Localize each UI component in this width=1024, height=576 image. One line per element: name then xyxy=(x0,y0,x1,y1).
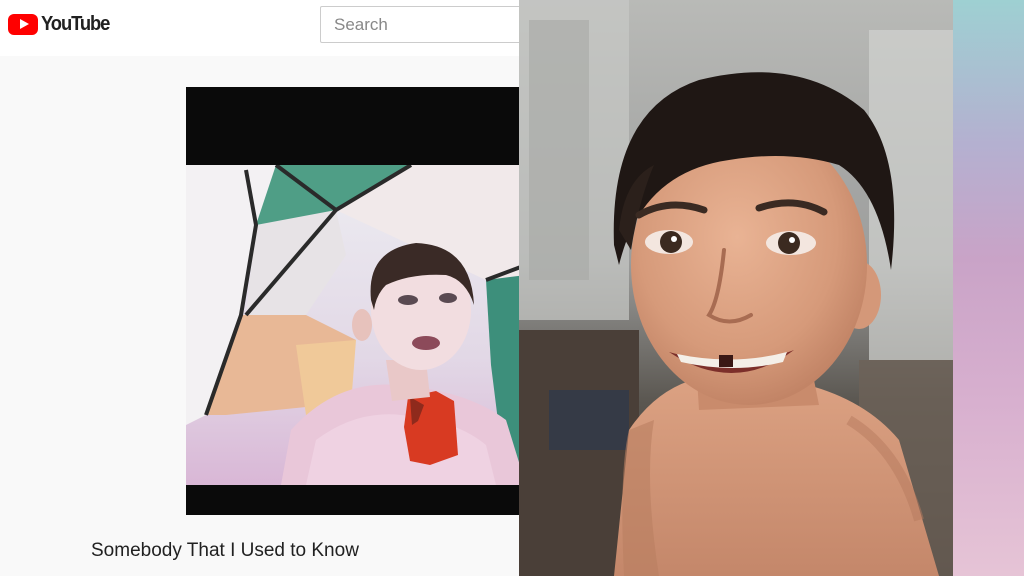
side-color-strip xyxy=(953,0,1024,576)
youtube-logo[interactable]: YouTube xyxy=(8,13,115,35)
video-title[interactable]: Somebody That I Used to Know xyxy=(91,540,359,562)
youtube-play-icon xyxy=(8,13,38,35)
search-input[interactable] xyxy=(320,6,519,43)
youtube-header: YouTube xyxy=(0,0,519,56)
video-player[interactable] xyxy=(186,87,519,515)
child-photo xyxy=(519,0,953,576)
youtube-wordmark: YouTube xyxy=(41,12,110,35)
video-frame-image xyxy=(186,165,519,485)
youtube-screenshot: YouTube Search Somebody That I Used to K… xyxy=(0,0,519,576)
